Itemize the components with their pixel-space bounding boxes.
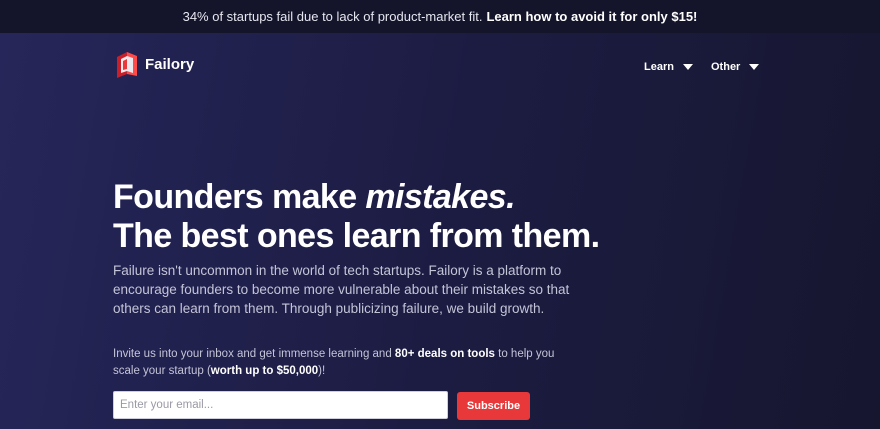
hero-description: Failure isn't uncommon in the world of t… — [113, 263, 570, 316]
nav-learn-label: Learn — [644, 61, 674, 73]
headline-line2: The best ones learn from them. — [113, 217, 600, 255]
headline-line1-start: Founders make — [113, 178, 366, 216]
caret-down-icon — [682, 64, 693, 70]
email-input[interactable] — [113, 391, 448, 419]
caret-down-icon — [749, 64, 760, 70]
invite-text-1: Invite us into your inbox and get immens… — [113, 348, 395, 360]
nav-other-label: Other — [711, 61, 741, 73]
announcement-link[interactable]: Learn how to avoid it for only $15! — [486, 9, 697, 24]
failory-logo-icon — [115, 49, 139, 79]
brand-logo[interactable]: Failory — [115, 49, 194, 79]
nav-other[interactable]: Other — [711, 61, 760, 73]
announcement-text: 34% of startups fail due to lack of prod… — [182, 9, 483, 24]
announcement-bar: 34% of startups fail due to lack of prod… — [0, 0, 880, 33]
brand-name: Failory — [145, 55, 195, 73]
headline-emphasis: mistakes. — [365, 178, 515, 216]
invite-deals: 80+ deals on tools — [394, 348, 495, 360]
subscribe-button[interactable]: Subscribe — [457, 392, 530, 420]
newsletter-invite: Invite us into your inbox and get immens… — [113, 346, 583, 380]
invite-worth: worth up to $50,000 — [210, 365, 319, 377]
invite-text-3: )! — [318, 365, 326, 377]
nav-learn[interactable]: Learn — [644, 61, 693, 73]
hero-headline: Founders make mistakes. The best ones le… — [113, 178, 600, 256]
